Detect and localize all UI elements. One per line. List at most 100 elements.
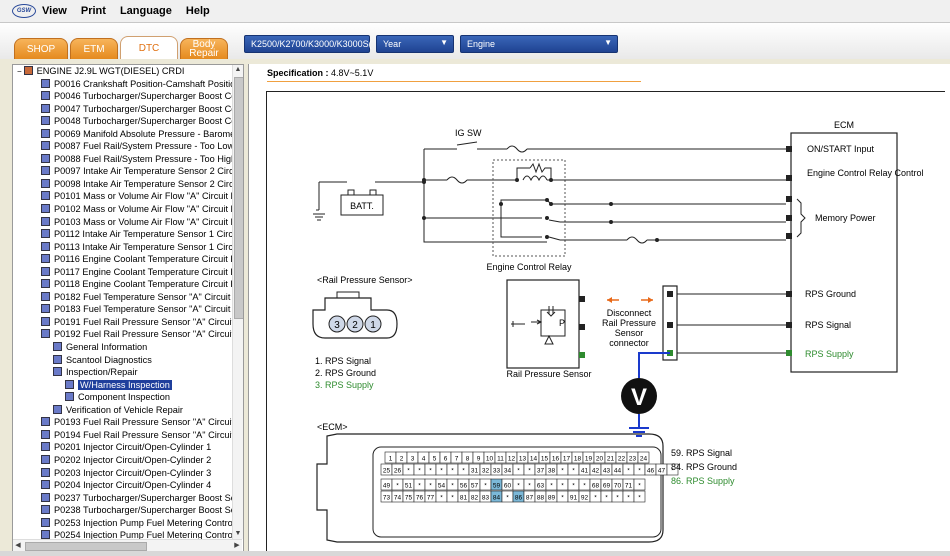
document-icon [41,91,50,101]
tree-item[interactable]: P0254 Injection Pump Fuel Metering Contr… [13,529,232,539]
folder-icon [23,66,33,75]
tree-item[interactable]: P0202 Injector Circuit/Open-Cylinder 2 [13,454,232,467]
ecm-pin-number: 6 [444,456,448,463]
rps-p-label: P [559,318,565,328]
ecm-pin-number: 68 [592,483,600,490]
tree-item-label: P0046 Turbocharger/Supercharger Boost Cc [54,91,232,102]
ecm-pin-relay-control: Engine Control Relay Control [807,168,924,178]
menu-print[interactable]: Print [81,5,106,17]
tree-item[interactable]: P0087 Fuel Rail/System Pressure - Too Lo… [13,140,232,153]
wiring-diagram-svg: ECM ON/START Input Engine Control Relay … [312,120,924,543]
tree-item[interactable]: P0194 Fuel Rail Pressure Sensor "A" Circ… [13,429,232,442]
menu-language[interactable]: Language [120,5,172,17]
tree-item[interactable]: P0016 Crankshaft Position-Camshaft Posit… [13,78,232,91]
tree-item[interactable]: P0116 Engine Coolant Temperature Circuit… [13,253,232,266]
tree-item-label: Verification of Vehicle Repair [66,404,183,415]
content-panel: Specification : 4.8V~5.1V ECM ON/START I… [248,64,950,553]
ecm-pin-number: 21 [607,456,615,463]
year-select[interactable]: Year ▼ [376,35,454,53]
menu-help[interactable]: Help [186,5,210,17]
ecm-legend-1: 59. RPS Signal [671,448,732,458]
system-select-value: Engine [467,39,496,49]
tree-item[interactable]: P0117 Engine Coolant Temperature Circuit… [13,266,232,279]
ecm-pin-number: 44 [614,468,622,475]
scroll-thumb[interactable] [25,542,147,551]
tree-item[interactable]: P0102 Mass or Volume Air Flow "A" Circui… [13,203,232,216]
tree-item[interactable]: P0191 Fuel Rail Pressure Sensor "A" Circ… [13,316,232,329]
tree-item[interactable]: P0069 Manifold Absolute Pressure - Barom… [13,128,232,141]
tree-item[interactable]: P0204 Injector Circuit/Open-Cylinder 4 [13,479,232,492]
tree-item[interactable]: P0201 Injector Circuit/Open-Cylinder 1 [13,441,232,454]
scroll-thumb[interactable] [234,77,243,319]
tree-root[interactable]: − ENGINE J2.9L WGT(DIESEL) CRDI [13,65,232,78]
tree-item-label: Inspection/Repair [66,367,138,378]
tree-item[interactable]: P0046 Turbocharger/Supercharger Boost Cc [13,90,232,103]
scroll-down-icon[interactable]: ▼ [233,529,243,539]
ecm-pin-number: 63 [537,483,545,490]
tree-item[interactable]: P0203 Injector Circuit/Open-Cylinder 3 [13,467,232,480]
tree-item[interactable]: P0193 Fuel Rail Pressure Sensor "A" Circ… [13,416,232,429]
tab-shop[interactable]: SHOP [14,38,68,59]
ecm-pin-number: 38 [548,468,556,475]
document-icon [41,216,50,226]
tree-item-label: P0097 Intake Air Temperature Sensor 2 Ci… [54,166,232,177]
document-icon [41,191,50,201]
document-icon [53,342,62,352]
collapse-icon[interactable]: − [17,67,22,76]
tree-item-label: P0238 Turbocharger/Supercharger Boost Se [54,505,232,516]
tree-item[interactable]: P0047 Turbocharger/Supercharger Boost Cc [13,103,232,116]
tree-item[interactable]: P0253 Injection Pump Fuel Metering Contr… [13,517,232,530]
tree-item-label: P0182 Fuel Temperature Sensor "A" Circui… [54,291,232,302]
tree-item[interactable]: P0237 Turbocharger/Supercharger Boost Se [13,492,232,505]
ecm-pin-number: 77 [427,495,435,502]
tree-item-label: P0237 Turbocharger/Supercharger Boost Se [54,492,232,503]
menu-view[interactable]: View [42,5,67,17]
ecm-pin-number: 17 [563,456,571,463]
tree-item[interactable]: Verification of Vehicle Repair [13,404,232,417]
scroll-up-icon[interactable]: ▲ [233,65,243,75]
ecm-pin-number: 23 [629,456,637,463]
ecm-pin-number: 46 [647,468,655,475]
tree-item[interactable]: P0118 Engine Coolant Temperature Circuit… [13,278,232,291]
tree-item[interactable]: W/Harness Inspection [13,379,232,392]
tree-item[interactable]: Inspection/Repair [13,366,232,379]
system-select[interactable]: Engine ▼ [460,35,618,53]
tree-item[interactable]: P0097 Intake Air Temperature Sensor 2 Ci… [13,165,232,178]
tree-item[interactable]: P0113 Intake Air Temperature Sensor 1 Ci… [13,241,232,254]
ecm-pin-number: 49 [383,483,391,490]
tree-vertical-scrollbar[interactable]: ▲ ▼ [232,65,243,539]
rps-arrow [531,319,543,325]
document-icon [41,517,50,527]
tree-item[interactable]: P0182 Fuel Temperature Sensor "A" Circui… [13,291,232,304]
ecm-pin-number: 57 [471,483,479,490]
spec-divider [267,81,641,82]
document-icon [41,417,50,427]
tree-item[interactable]: Component Inspection [13,391,232,404]
disconnect-label-4: connector [609,338,649,348]
tree-item[interactable]: P0192 Fuel Rail Pressure Sensor "A" Circ… [13,328,232,341]
tree-item[interactable]: P0103 Mass or Volume Air Flow "A" Circui… [13,216,232,229]
ig-sw-label: IG SW [455,128,482,138]
tree-item-label: P0047 Turbocharger/Supercharger Boost Cc [54,103,232,114]
ecm-legend-3: 86. RPS Supply [671,476,735,486]
ecm-pin-number: 5 [433,456,437,463]
tree-item-label: P0069 Manifold Absolute Pressure - Barom… [54,128,232,139]
ecm-pin-number: 8 [466,456,470,463]
tree-item[interactable]: P0238 Turbocharger/Supercharger Boost Se [13,504,232,517]
tab-etm[interactable]: ETM [70,38,118,59]
tab-dtc[interactable]: DTC [120,36,178,59]
tree-item[interactable]: P0098 Intake Air Temperature Sensor 2 Ci… [13,178,232,191]
tree-item[interactable]: Scantool Diagnostics [13,354,232,367]
tree-item[interactable]: P0101 Mass or Volume Air Flow "A" Circui… [13,190,232,203]
tree-item[interactable]: P0048 Turbocharger/Supercharger Boost Cc [13,115,232,128]
tree-item[interactable]: P0112 Intake Air Temperature Sensor 1 Ci… [13,228,232,241]
menu-bar: GSW View Print Language Help [0,0,950,23]
tree-item[interactable]: P0088 Fuel Rail/System Pressure - Too Hi… [13,153,232,166]
ecm-pin-number: 56 [460,483,468,490]
ecm-pin-number: 25 [383,468,391,475]
document-icon [41,254,50,264]
model-select[interactable]: K2500/K2700/K3000/K3000S( [244,35,372,53]
tab-body-repair[interactable]: Body Repair [180,38,228,59]
tree-item[interactable]: P0183 Fuel Temperature Sensor "A" Circui… [13,303,232,316]
tree-item[interactable]: General Information [13,341,232,354]
